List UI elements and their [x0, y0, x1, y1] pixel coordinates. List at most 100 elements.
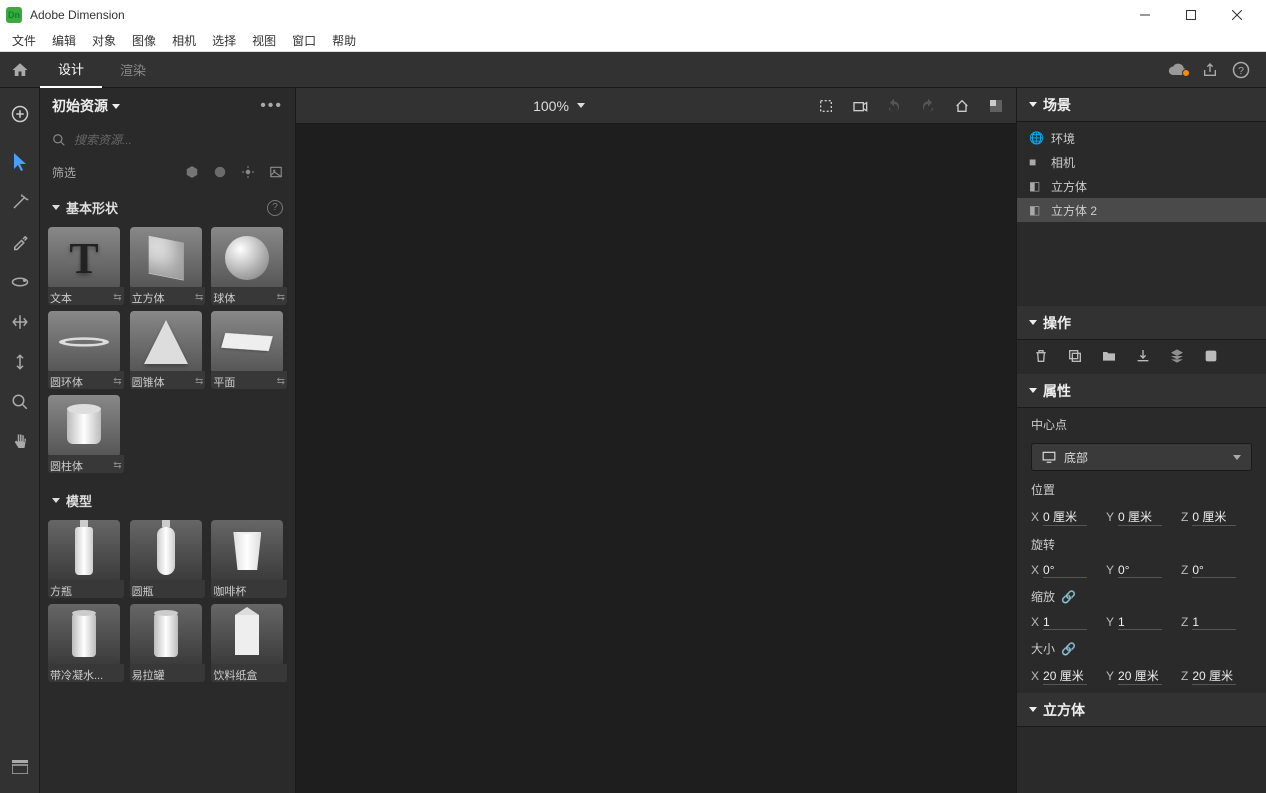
assets-panel: 初始资源 ••• 筛选 基本形状 ? — [40, 88, 296, 793]
render-preview-icon[interactable] — [988, 98, 1004, 114]
home-button[interactable] — [0, 52, 40, 88]
align-icon[interactable] — [1169, 348, 1185, 364]
share-icon[interactable] — [1202, 62, 1218, 78]
orbit-tool[interactable] — [0, 262, 40, 302]
scene-item-environment[interactable]: 🌐环境 — [1017, 126, 1266, 150]
right-panels: 场景 🌐环境 ■相机 ◧立方体 ◧立方体 2 操作 属性 中心点 — [1016, 88, 1266, 793]
delete-icon[interactable] — [1033, 348, 1049, 364]
dolly-tool[interactable] — [0, 342, 40, 382]
asset-cone[interactable]: 圆锥体⇆ — [130, 311, 206, 389]
canvas-frame-icon[interactable] — [818, 98, 834, 114]
asset-plane[interactable]: 平面⇆ — [211, 311, 287, 389]
section-help-icon[interactable]: ? — [267, 200, 283, 216]
zoom-tool[interactable] — [0, 382, 40, 422]
tab-design[interactable]: 设计 — [40, 52, 102, 88]
cube-icon: ◧ — [1029, 203, 1043, 217]
rotation-label: 旋转 — [1031, 536, 1252, 553]
canvas-toolbar: 100% — [296, 88, 1016, 124]
pivot-label: 中心点 — [1031, 416, 1252, 433]
size-z-input[interactable]: 20 厘米 — [1192, 667, 1236, 685]
monitor-icon — [1042, 451, 1056, 463]
window-close-button[interactable] — [1214, 0, 1260, 30]
sampler-tool[interactable] — [0, 222, 40, 262]
camera-bookmark-icon[interactable] — [852, 98, 868, 114]
assets-panel-title[interactable]: 初始资源 — [52, 96, 120, 116]
asset-can[interactable]: 易拉罐 — [130, 604, 206, 682]
asset-cold-can[interactable]: 带冷凝水... — [48, 604, 124, 682]
camera-redo-icon[interactable] — [920, 98, 936, 114]
tab-render[interactable]: 渲染 — [102, 52, 164, 88]
hand-tool[interactable] — [0, 422, 40, 462]
asset-cube[interactable]: 立方体⇆ — [130, 227, 206, 305]
link-icon[interactable]: 🔗 — [1061, 590, 1076, 604]
asset-square-bottle[interactable]: 方瓶 — [48, 520, 124, 598]
section-models-header[interactable]: 模型 — [48, 485, 287, 516]
svg-text:?: ? — [1238, 64, 1244, 76]
menu-image[interactable]: 图像 — [124, 30, 164, 51]
filter-images-icon[interactable] — [269, 165, 283, 179]
magic-wand-tool[interactable] — [0, 182, 40, 222]
asset-coffee-cup[interactable]: 咖啡杯 — [211, 520, 287, 598]
scene-item-cube-1[interactable]: ◧立方体 — [1017, 174, 1266, 198]
scale-z-input[interactable]: 1 — [1192, 615, 1236, 630]
asset-cylinder[interactable]: 圆柱体⇆ — [48, 395, 124, 473]
scene-panel-header[interactable]: 场景 — [1017, 88, 1266, 122]
filter-lights-icon[interactable] — [241, 165, 255, 179]
filter-materials-icon[interactable] — [213, 165, 227, 179]
search-input[interactable] — [74, 133, 283, 147]
link-icon[interactable]: 🔗 — [1061, 642, 1076, 656]
rotation-z-input[interactable]: 0° — [1192, 563, 1236, 578]
size-y-input[interactable]: 20 厘米 — [1118, 667, 1162, 685]
camera-undo-icon[interactable] — [886, 98, 902, 114]
canvas-viewport[interactable] — [296, 124, 1016, 793]
asset-text[interactable]: T文本⇆ — [48, 227, 124, 305]
menu-help[interactable]: 帮助 — [324, 30, 364, 51]
note-icon[interactable] — [1203, 348, 1219, 364]
asset-torus[interactable]: 圆环体⇆ — [48, 311, 124, 389]
window-minimize-button[interactable] — [1122, 0, 1168, 30]
select-tool[interactable] — [0, 142, 40, 182]
scale-x-input[interactable]: 1 — [1043, 615, 1087, 630]
scene-list: 🌐环境 ■相机 ◧立方体 ◧立方体 2 — [1017, 122, 1266, 226]
size-x-input[interactable]: 20 厘米 — [1043, 667, 1087, 685]
position-x-input[interactable]: 0 厘米 — [1043, 508, 1087, 526]
menu-select[interactable]: 选择 — [204, 30, 244, 51]
folder-icon[interactable] — [1101, 348, 1117, 364]
position-z-input[interactable]: 0 厘米 — [1192, 508, 1236, 526]
add-content-button[interactable] — [0, 94, 40, 134]
ground-icon[interactable] — [1135, 348, 1151, 364]
menu-window[interactable]: 窗口 — [284, 30, 324, 51]
cloud-sync-warning-icon[interactable] — [1168, 63, 1188, 77]
canvas-area: 100% — [296, 88, 1016, 793]
properties-panel-header[interactable]: 属性 — [1017, 374, 1266, 408]
asset-sphere[interactable]: 球体⇆ — [211, 227, 287, 305]
actions-panel-header[interactable]: 操作 — [1017, 306, 1266, 340]
menu-view[interactable]: 视图 — [244, 30, 284, 51]
asset-carton[interactable]: 饮料纸盒 — [211, 604, 287, 682]
scale-label: 缩放🔗 — [1031, 588, 1252, 605]
position-y-input[interactable]: 0 厘米 — [1118, 508, 1162, 526]
menu-file[interactable]: 文件 — [4, 30, 44, 51]
rotation-x-input[interactable]: 0° — [1043, 563, 1087, 578]
help-icon[interactable]: ? — [1232, 61, 1250, 79]
pan-tool[interactable] — [0, 302, 40, 342]
topbar: 设计 渲染 ? — [0, 52, 1266, 88]
window-maximize-button[interactable] — [1168, 0, 1214, 30]
menu-camera[interactable]: 相机 — [164, 30, 204, 51]
asset-round-bottle[interactable]: 圆瓶 — [130, 520, 206, 598]
rotation-y-input[interactable]: 0° — [1118, 563, 1162, 578]
scene-item-camera[interactable]: ■相机 — [1017, 150, 1266, 174]
scene-item-cube-2[interactable]: ◧立方体 2 — [1017, 198, 1266, 222]
assets-panel-more-button[interactable]: ••• — [260, 97, 283, 115]
filter-models-icon[interactable] — [185, 165, 199, 179]
section-shapes-header[interactable]: 基本形状 ? — [48, 192, 287, 223]
pivot-select[interactable]: 底部 — [1031, 443, 1252, 471]
duplicate-icon[interactable] — [1067, 348, 1083, 364]
object-panel-header[interactable]: 立方体 — [1017, 693, 1266, 727]
layout-toggle-button[interactable] — [0, 747, 40, 787]
zoom-dropdown[interactable]: 100% — [533, 98, 585, 114]
menu-object[interactable]: 对象 — [84, 30, 124, 51]
scale-y-input[interactable]: 1 — [1118, 615, 1162, 630]
camera-home-icon[interactable] — [954, 98, 970, 114]
menu-edit[interactable]: 编辑 — [44, 30, 84, 51]
